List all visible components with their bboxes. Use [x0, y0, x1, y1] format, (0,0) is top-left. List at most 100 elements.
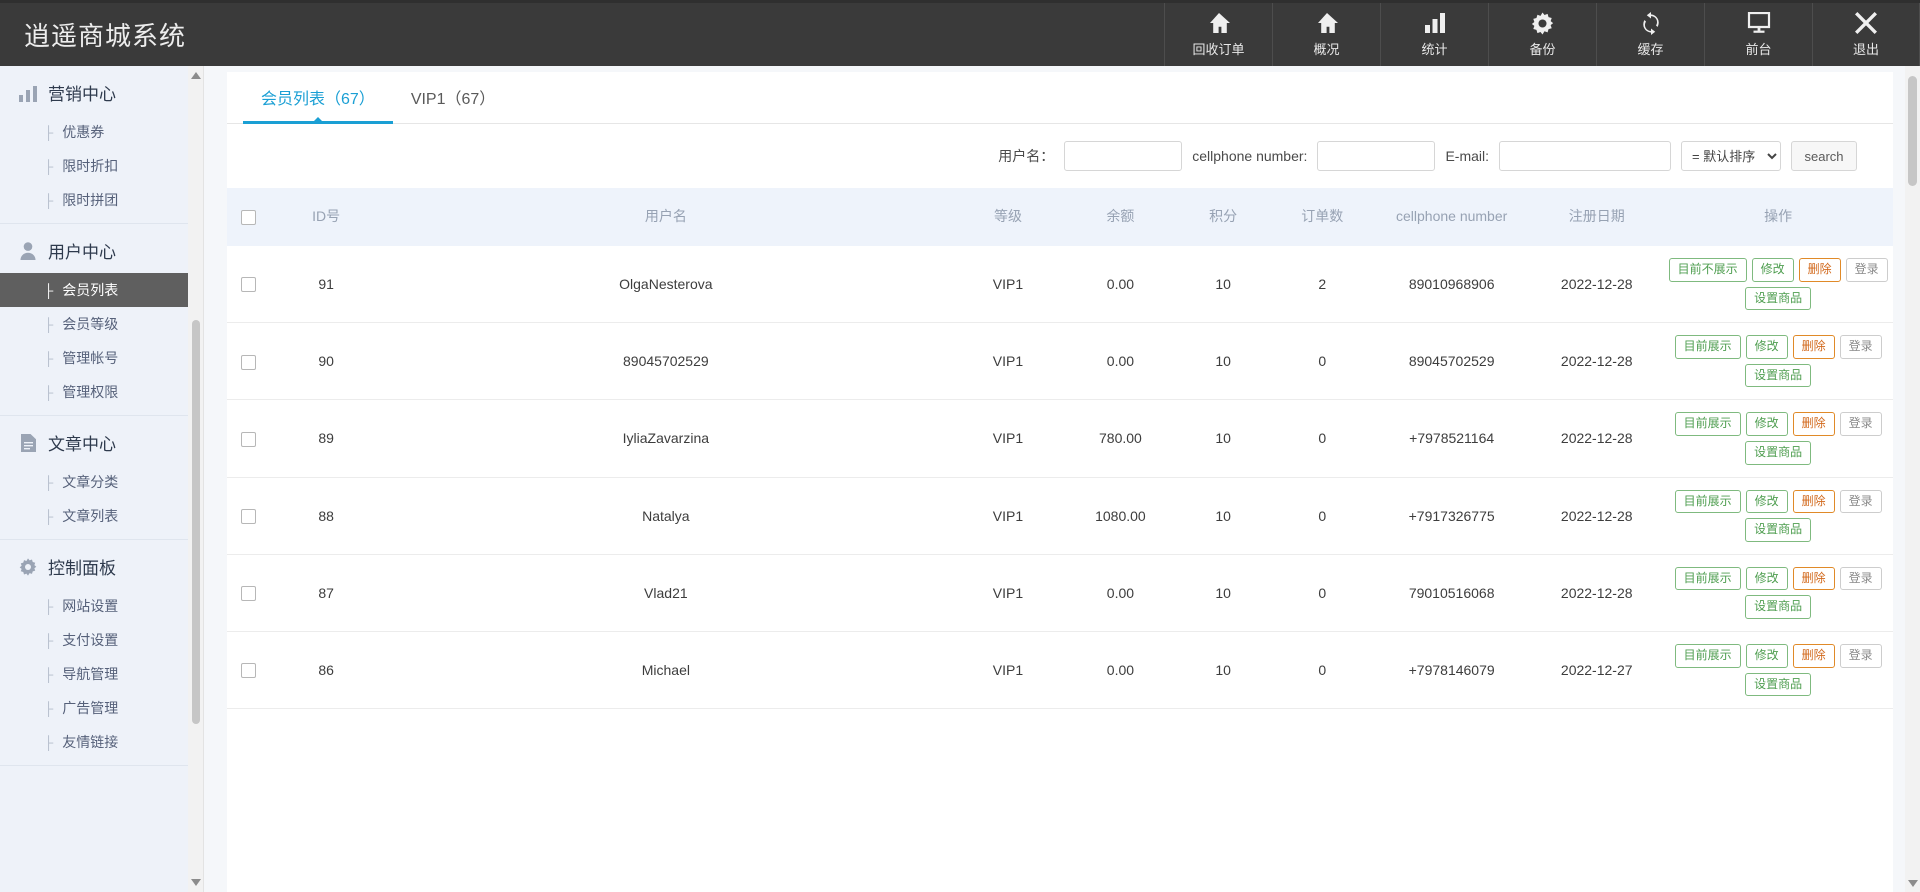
- scroll-down-arrow-icon[interactable]: [191, 879, 201, 886]
- edit-button[interactable]: 修改: [1745, 489, 1788, 514]
- sidebar-item-limited-group-buy[interactable]: ├ 限时拼团: [0, 183, 188, 217]
- row-checkbox[interactable]: [241, 431, 257, 447]
- sidebar-item-ad-manage[interactable]: ├ 广告管理: [0, 691, 188, 725]
- sidebar-scroll-thumb[interactable]: [192, 320, 200, 724]
- delete-button[interactable]: 删除: [1792, 643, 1835, 668]
- row-action-group: 目前不展示 修改 删除 登录 设置商品: [1665, 258, 1891, 311]
- scroll-up-arrow-icon[interactable]: [191, 72, 201, 79]
- row-checkbox[interactable]: [241, 354, 257, 370]
- delete-button[interactable]: 删除: [1792, 489, 1835, 514]
- toggle-display-button[interactable]: 目前不展示: [1668, 258, 1747, 282]
- cell-orders[interactable]: 2: [1271, 246, 1374, 324]
- edit-button[interactable]: 修改: [1751, 258, 1794, 282]
- cell-regdate: 2022-12-28: [1530, 477, 1664, 555]
- sidebar-item-label: 文章列表: [62, 508, 119, 524]
- cell-orders[interactable]: 0: [1271, 554, 1374, 632]
- select-all-checkbox[interactable]: [241, 210, 257, 226]
- cell-points: 10: [1174, 399, 1272, 478]
- topnav-label: 统计: [1421, 42, 1448, 57]
- toggle-display-button[interactable]: 目前展示: [1674, 643, 1741, 668]
- sidebar-group-header-marketing[interactable]: 营销中心: [0, 66, 188, 115]
- topnav-item-overview[interactable]: 概况: [1272, 3, 1380, 66]
- sidebar-item-member-level[interactable]: ├ 会员等级: [0, 307, 188, 341]
- sidebar-item-site-settings[interactable]: ├ 网站设置: [0, 589, 188, 623]
- set-goods-button[interactable]: 设置商品: [1745, 672, 1812, 697]
- scroll-down-arrow-icon[interactable]: [1908, 880, 1918, 887]
- table-row: 88 Natalya VIP1 1080.00 10 0 +7917326775…: [227, 477, 1893, 555]
- delete-button[interactable]: 删除: [1792, 412, 1835, 436]
- gear-icon: [18, 557, 38, 577]
- edit-button[interactable]: 修改: [1745, 566, 1788, 591]
- sidebar-item-payment-settings[interactable]: ├ 支付设置: [0, 623, 188, 657]
- edit-button[interactable]: 修改: [1745, 335, 1788, 359]
- set-goods-button[interactable]: 设置商品: [1745, 518, 1812, 542]
- cell-id: 91: [270, 246, 382, 324]
- set-goods-button[interactable]: 设置商品: [1745, 363, 1812, 388]
- sidebar-item-navigation-manage[interactable]: ├ 导航管理: [0, 657, 188, 691]
- row-checkbox[interactable]: [241, 663, 257, 679]
- row-select-cell: [227, 631, 271, 710]
- toggle-display-button[interactable]: 目前展示: [1674, 412, 1741, 436]
- set-goods-button[interactable]: 设置商品: [1745, 440, 1812, 465]
- main-scroll-thumb[interactable]: [1908, 76, 1917, 186]
- sidebar-item-article-list[interactable]: ├ 文章列表: [0, 499, 188, 533]
- login-button[interactable]: 登录: [1839, 489, 1882, 514]
- cell-orders[interactable]: 0: [1271, 631, 1374, 710]
- row-checkbox[interactable]: [241, 586, 257, 602]
- toggle-display-button[interactable]: 目前展示: [1674, 566, 1741, 591]
- sidebar-item-manage-permission[interactable]: ├ 管理权限: [0, 375, 188, 409]
- login-button[interactable]: 登录: [1839, 335, 1882, 359]
- toggle-display-button[interactable]: 目前展示: [1674, 489, 1741, 514]
- cell-orders[interactable]: 0: [1271, 399, 1374, 478]
- sidebar-group-header-article-center[interactable]: 文章中心: [0, 416, 188, 465]
- topnav-item-frontend[interactable]: 前台: [1704, 3, 1812, 66]
- edit-button[interactable]: 修改: [1745, 643, 1788, 668]
- topnav-item-cache[interactable]: 缓存: [1596, 3, 1704, 66]
- sidebar-group-user-center: 用户中心 ├ 会员列表 ├ 会员等级 ├ 管理帐号 ├ 管理权限: [0, 224, 188, 416]
- tab-vip1[interactable]: VIP1（67）: [393, 85, 514, 123]
- row-select-cell: [227, 554, 271, 632]
- row-checkbox[interactable]: [241, 277, 257, 293]
- delete-button[interactable]: 删除: [1792, 335, 1835, 359]
- set-goods-button[interactable]: 设置商品: [1745, 286, 1812, 311]
- sidebar-item-label: 友情链接: [62, 734, 119, 750]
- sidebar-group-header-control-panel[interactable]: 控制面板: [0, 540, 188, 589]
- login-button[interactable]: 登录: [1845, 258, 1888, 282]
- cell-regdate: 2022-12-28: [1530, 399, 1664, 478]
- sidebar-item-label: 优惠券: [62, 124, 105, 140]
- sidebar-item-member-list[interactable]: ├ 会员列表: [0, 273, 188, 307]
- sidebar-group-header-user-center[interactable]: 用户中心: [0, 224, 188, 273]
- edit-button[interactable]: 修改: [1745, 412, 1788, 436]
- topnav-item-recycle-orders[interactable]: 回收订单: [1164, 3, 1272, 66]
- sidebar-item-coupon[interactable]: ├ 优惠券: [0, 115, 188, 149]
- login-button[interactable]: 登录: [1839, 412, 1882, 436]
- delete-button[interactable]: 删除: [1798, 258, 1841, 282]
- cell-points: 10: [1174, 246, 1272, 324]
- username-input[interactable]: [1064, 141, 1183, 171]
- topnav-item-statistics[interactable]: 统计: [1380, 3, 1488, 66]
- tab-member-list[interactable]: 会员列表（67）: [243, 85, 393, 124]
- sidebar-group-article-center: 文章中心 ├ 文章分类 ├ 文章列表: [0, 416, 188, 540]
- toggle-display-button[interactable]: 目前展示: [1674, 335, 1741, 359]
- sidebar-item-article-category[interactable]: ├ 文章分类: [0, 465, 188, 499]
- sort-select[interactable]: = 默认排序 =: [1681, 141, 1781, 171]
- set-goods-button[interactable]: 设置商品: [1745, 595, 1812, 619]
- email-input[interactable]: [1499, 141, 1671, 171]
- cell-orders[interactable]: 0: [1271, 322, 1374, 401]
- login-button[interactable]: 登录: [1839, 643, 1882, 668]
- topnav-item-logout[interactable]: 退出: [1812, 3, 1920, 66]
- sidebar-item-friend-links[interactable]: ├ 友情链接: [0, 725, 188, 759]
- topnav-item-backup[interactable]: 备份: [1488, 3, 1596, 66]
- header-actions: 操作: [1663, 188, 1893, 246]
- header-username: 用户名: [381, 188, 950, 246]
- cellphone-input[interactable]: [1317, 141, 1436, 171]
- cell-orders[interactable]: 0: [1271, 477, 1374, 555]
- sidebar-item-limited-discount[interactable]: ├ 限时折扣: [0, 149, 188, 183]
- row-checkbox[interactable]: [241, 509, 257, 525]
- search-button[interactable]: search: [1791, 141, 1857, 171]
- login-button[interactable]: 登录: [1839, 566, 1882, 591]
- sidebar-item-manage-account[interactable]: ├ 管理帐号: [0, 341, 188, 375]
- main-scrollbar[interactable]: [1905, 66, 1920, 892]
- delete-button[interactable]: 删除: [1792, 566, 1835, 591]
- sidebar-scrollbar[interactable]: [188, 66, 204, 892]
